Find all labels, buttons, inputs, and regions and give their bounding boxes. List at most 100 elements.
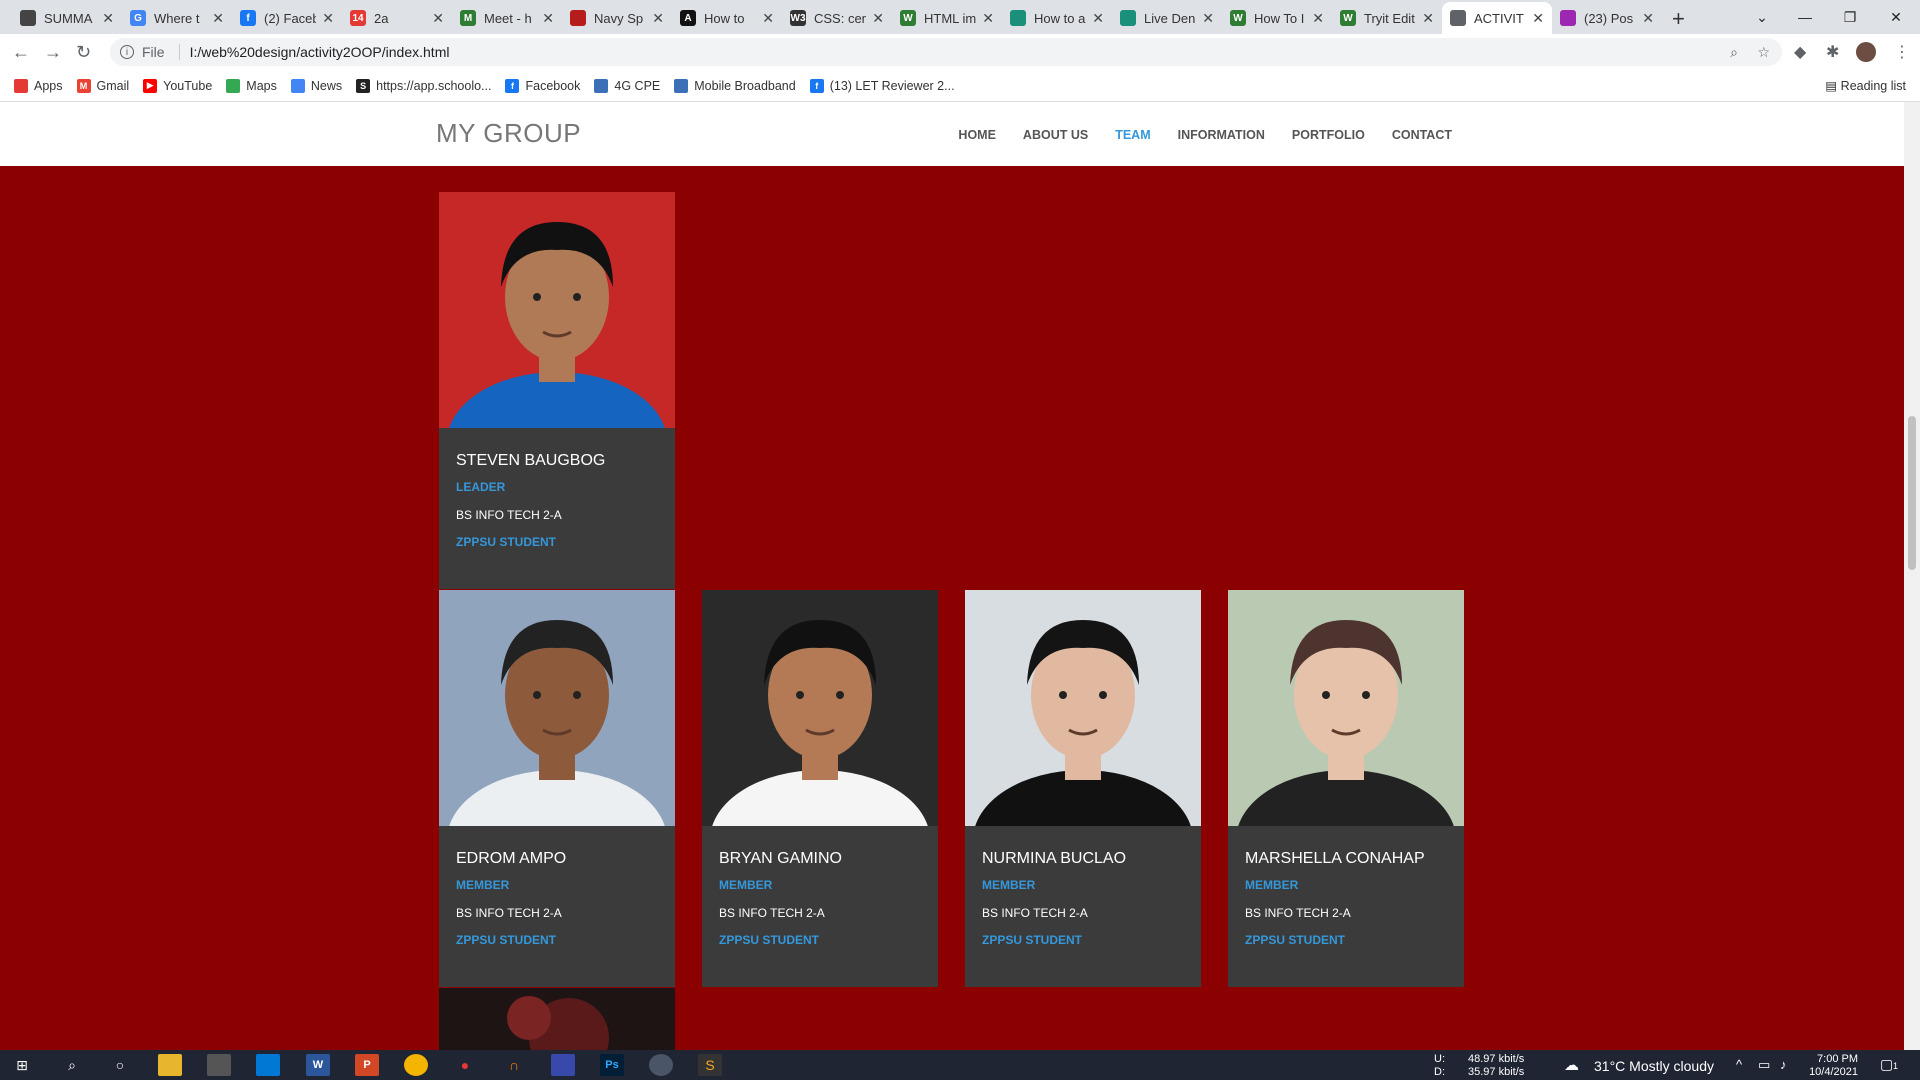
- puzzle-extensions-icon[interactable]: ✱: [1826, 42, 1839, 62]
- reading-list[interactable]: ▤ Reading list: [1825, 78, 1906, 93]
- net-down-speed: 35.97 kbit/s: [1468, 1066, 1525, 1078]
- bookmark-item[interactable]: News: [290, 78, 342, 93]
- member-photo: [1228, 590, 1464, 826]
- tab-close-icon[interactable]: ✕: [102, 10, 114, 27]
- tab-close-icon[interactable]: ✕: [322, 10, 334, 27]
- close-window-button[interactable]: ✕: [1866, 0, 1920, 34]
- chrome-icon[interactable]: [404, 1054, 428, 1076]
- browser-tab[interactable]: Navy Sp ✕: [562, 2, 672, 34]
- cortana-icon[interactable]: ○: [108, 1054, 132, 1076]
- bookmark-favicon-icon: [594, 78, 609, 93]
- member-course: BS INFO TECH 2-A: [456, 906, 562, 920]
- dev-app-icon[interactable]: [551, 1054, 575, 1076]
- chrome-active-icon[interactable]: [649, 1054, 673, 1076]
- notification-icon[interactable]: ▢: [1880, 1056, 1893, 1073]
- app-icon[interactable]: ∩: [502, 1054, 526, 1076]
- powerpoint-icon[interactable]: P: [355, 1054, 379, 1076]
- back-icon[interactable]: ←: [12, 42, 30, 63]
- tab-close-icon[interactable]: ✕: [432, 10, 444, 27]
- bookmark-star-icon[interactable]: ☆: [1757, 44, 1770, 61]
- bookmark-item[interactable]: 4G CPE: [594, 78, 660, 93]
- photoshop-icon[interactable]: Ps: [600, 1054, 624, 1076]
- nav-link-about-us[interactable]: ABOUT US: [1023, 128, 1088, 142]
- bookmark-label: Facebook: [525, 78, 581, 93]
- reload-icon[interactable]: ↻: [76, 42, 91, 63]
- browser-tab[interactable]: W HTML im ✕: [892, 2, 1002, 34]
- browser-tab[interactable]: W How To I ✕: [1222, 2, 1332, 34]
- browser-tab[interactable]: How to a ✕: [1002, 2, 1112, 34]
- browser-tab[interactable]: M Meet - h ✕: [452, 2, 562, 34]
- nav-link-team[interactable]: TEAM: [1115, 128, 1150, 142]
- tab-close-icon[interactable]: ✕: [652, 10, 664, 27]
- tray-chevron-icon[interactable]: ^: [1736, 1057, 1742, 1072]
- volume-icon[interactable]: ♪: [1780, 1057, 1787, 1072]
- clock-time[interactable]: 7:00 PM: [1808, 1053, 1858, 1065]
- store-icon[interactable]: [207, 1054, 231, 1076]
- bookmark-item[interactable]: f Facebook: [505, 78, 581, 93]
- browser-tab[interactable]: W3 CSS: cen ✕: [782, 2, 892, 34]
- tab-close-icon[interactable]: ✕: [1642, 10, 1654, 27]
- browser-tab[interactable]: W Tryit Edit ✕: [1332, 2, 1442, 34]
- tab-close-icon[interactable]: ✕: [1532, 10, 1544, 27]
- mail-icon[interactable]: [256, 1054, 280, 1076]
- bookmark-item[interactable]: Maps: [226, 78, 277, 93]
- network-icon[interactable]: ▭: [1758, 1057, 1770, 1073]
- bookmark-favicon-icon: [14, 78, 28, 93]
- browser-tab[interactable]: Live Den ✕: [1112, 2, 1222, 34]
- nav-link-portfolio[interactable]: PORTFOLIO: [1292, 128, 1365, 142]
- zoom-icon[interactable]: ⌕: [1730, 44, 1738, 61]
- new-tab-button[interactable]: +: [1672, 6, 1685, 32]
- scrollbar-thumb[interactable]: [1908, 416, 1916, 570]
- site-info-icon[interactable]: i: [120, 45, 134, 59]
- file-explorer-icon[interactable]: [158, 1054, 182, 1076]
- member-card: MARSHELLA CONAHAP MEMBER BS INFO TECH 2-A Z…: [1228, 590, 1464, 987]
- sublime-icon[interactable]: S: [698, 1054, 722, 1076]
- tab-close-icon[interactable]: ✕: [1312, 10, 1324, 27]
- tab-close-icon[interactable]: ✕: [1202, 10, 1214, 27]
- tab-close-icon[interactable]: ✕: [1422, 10, 1434, 27]
- bookmark-favicon-icon: S: [356, 78, 371, 93]
- bookmark-item[interactable]: Apps: [14, 78, 63, 93]
- bookmark-item[interactable]: ▶ YouTube: [143, 78, 212, 93]
- bookmark-item[interactable]: M Gmail: [76, 78, 129, 93]
- browser-tab[interactable]: A How to ✕: [672, 2, 782, 34]
- search-icon[interactable]: ⌕: [60, 1054, 84, 1076]
- clock-date[interactable]: 10/4/2021: [1808, 1066, 1858, 1078]
- tab-close-icon[interactable]: ✕: [542, 10, 554, 27]
- browser-toolbar: ← → ↻ i File I:/web%20design/activity2OO…: [0, 34, 1920, 70]
- tab-title: Navy Sp: [594, 10, 644, 26]
- bookmark-favicon-icon: [674, 78, 689, 93]
- site-brand[interactable]: MY GROUP: [436, 118, 581, 149]
- url-text[interactable]: I:/web%20design/activity2OOP/index.html: [190, 44, 450, 60]
- browser-tab[interactable]: 14 2a ✕: [342, 2, 452, 34]
- forward-icon[interactable]: →: [44, 42, 62, 63]
- browser-tab[interactable]: (23) Pos ✕: [1552, 2, 1662, 34]
- nav-link-contact[interactable]: CONTACT: [1392, 128, 1452, 142]
- word-icon[interactable]: W: [306, 1054, 330, 1076]
- bookmark-item[interactable]: Shttps://app.schoolo...: [356, 78, 491, 93]
- menu-kebab-icon[interactable]: ⋮: [1894, 42, 1910, 62]
- bookmark-item[interactable]: Mobile Broadband: [674, 78, 796, 93]
- weather-icon[interactable]: ☁: [1564, 1056, 1579, 1074]
- tab-close-icon[interactable]: ✕: [762, 10, 774, 27]
- tab-close-icon[interactable]: ✕: [212, 10, 224, 27]
- nav-link-information[interactable]: INFORMATION: [1178, 128, 1265, 142]
- tab-favicon-icon: W: [1340, 10, 1356, 26]
- member-school: ZPPSU STUDENT: [719, 933, 820, 947]
- browser-tab[interactable]: SUMMA ✕: [12, 2, 122, 34]
- record-icon[interactable]: ●: [453, 1054, 477, 1076]
- tab-close-icon[interactable]: ✕: [982, 10, 994, 27]
- browser-tab[interactable]: f (2) Faceb ✕: [232, 2, 342, 34]
- profile-avatar[interactable]: [1856, 42, 1876, 62]
- windows-start-icon[interactable]: ⊞: [10, 1054, 34, 1076]
- weather-text[interactable]: 31°C Mostly cloudy: [1594, 1058, 1714, 1074]
- nav-link-home[interactable]: HOME: [958, 128, 996, 142]
- browser-tab[interactable]: G Where t ✕: [122, 2, 232, 34]
- tab-close-icon[interactable]: ✕: [872, 10, 884, 27]
- bookmark-item[interactable]: f (13) LET Reviewer 2...: [809, 78, 955, 93]
- tab-close-icon[interactable]: ✕: [1092, 10, 1104, 27]
- page-scrollbar[interactable]: [1904, 102, 1920, 1050]
- extension-icon[interactable]: ◆: [1794, 42, 1806, 62]
- browser-tab[interactable]: ACTIVIT ✕: [1442, 2, 1552, 34]
- address-bar[interactable]: i File I:/web%20design/activity2OOP/inde…: [110, 38, 1782, 66]
